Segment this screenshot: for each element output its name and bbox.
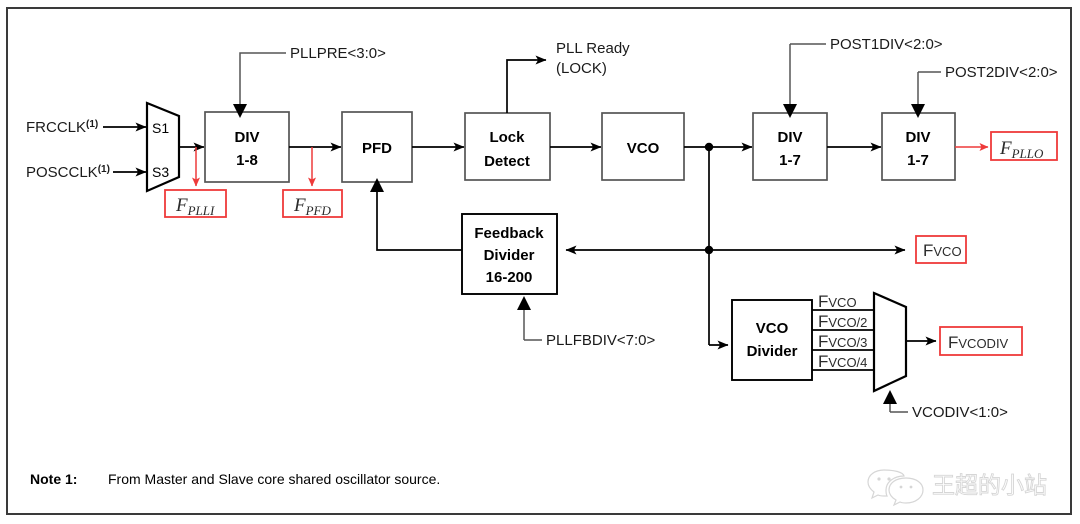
mux-port-s1-label: S1 [152,120,169,136]
feedback-label-line1: Feedback [474,225,544,242]
feedback-label-line3: 16-200 [486,269,533,286]
note-label: Note 1: [30,471,77,487]
vco-tap-label-3: FVCO/4 [818,352,867,371]
poscclk-label: POSCCLK(1) [26,164,110,181]
lock-detect-label-line2: Detect [484,153,530,170]
vco-tap-label-0: FVCO [818,292,857,311]
pllfbdiv-label: PLLFBDIV<7:0> [546,332,655,349]
fvcodiv-label: FVCODIV [948,333,1009,352]
post1-label-line2: 1-7 [779,152,801,169]
vco-tap-label-1: FVCO/2 [818,312,867,331]
watermark-text: 王超的小站 [932,473,1047,499]
mux-port-s3-label: S3 [152,164,169,180]
feedback-label-line2: Divider [484,247,535,264]
post1div-label: POST1DIV<2:0> [830,36,943,53]
pllpre-label: PLLPRE<3:0> [290,45,386,62]
note-text: From Master and Slave core shared oscill… [108,471,440,487]
div-pre-label-line2: 1-8 [236,152,258,169]
pll-block-diagram: FPLLI FPFD FPLLO FVCO FVCODIV DIV 1-8 PF… [26,36,1058,507]
post2-label-line1: DIV [905,129,930,146]
vco-label: VCO [627,140,660,157]
div-pre-label-line1: DIV [234,129,259,146]
wechat-icon [867,469,924,507]
vco-divider-label-line1: VCO [756,320,789,337]
post2div-label: POST2DIV<2:0> [945,64,1058,81]
vco-divider-label-line2: Divider [747,343,798,360]
watermark: 王超的小站 [867,469,1047,507]
vcodiv-label: VCODIV<1:0> [912,404,1008,421]
fvco-label: FVCO [923,241,962,260]
post2-label-line2: 1-7 [907,152,929,169]
pfd-label: PFD [362,140,392,157]
lock-detect-label-line1: Lock [489,129,525,146]
vco-tap-label-2: FVCO/3 [818,332,867,351]
pll-ready-label-line2: (LOCK) [556,60,607,77]
post1-label-line1: DIV [777,129,802,146]
figure-root: FPLLI FPFD FPLLO FVCO FVCODIV DIV 1-8 PF… [0,0,1080,524]
pll-ready-label-line1: PLL Ready [556,40,630,57]
frcclk-label: FRCCLK(1) [26,119,98,136]
